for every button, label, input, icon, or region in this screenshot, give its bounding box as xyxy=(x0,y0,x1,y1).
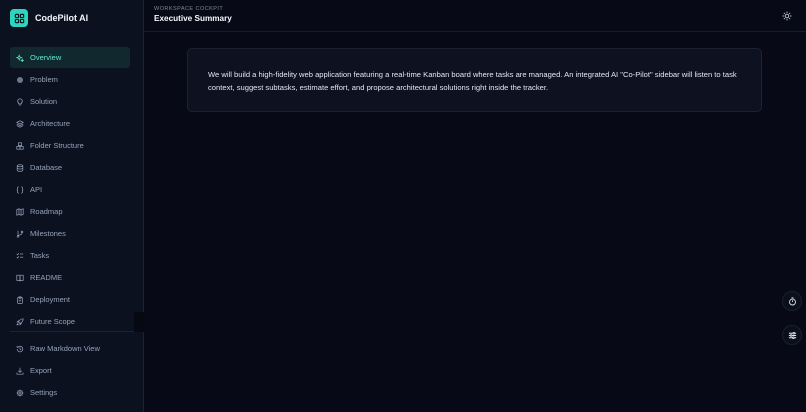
sidebar-item-api[interactable]: API xyxy=(10,179,130,200)
filters-button[interactable] xyxy=(782,325,802,345)
circle-icon xyxy=(16,76,24,83)
breadcrumb: WORKSPACE COCKPIT xyxy=(154,6,224,12)
sidebar-item-label: Problem xyxy=(30,75,58,84)
sidebar-item-future-scope[interactable]: Future Scope xyxy=(10,311,130,332)
timer-button[interactable] xyxy=(782,291,802,311)
sidebar-divider xyxy=(10,331,134,332)
page-title: Executive Summary xyxy=(154,14,232,23)
summary-text: We will build a high-fidelity web applic… xyxy=(208,70,737,92)
sidebar-item-label: Tasks xyxy=(30,251,50,260)
sparkles-icon xyxy=(16,53,24,62)
sidebar-item-solution[interactable]: Solution xyxy=(10,91,130,112)
sidebar-item-export[interactable]: Export xyxy=(10,360,130,381)
sidebar-item-label: Future Scope xyxy=(30,317,76,326)
sidebar-item-database[interactable]: Database xyxy=(10,157,130,178)
sidebar-item-label: Overview xyxy=(30,53,62,62)
sidebar-item-label: Settings xyxy=(30,388,58,397)
clipboard-icon xyxy=(17,295,23,304)
sidebar-nav: Overview Problem Solution Architecture F… xyxy=(10,47,130,333)
sidebar: CodePilot AI Overview Problem Solution A… xyxy=(0,0,144,412)
sidebar-item-settings[interactable]: Settings xyxy=(10,382,130,403)
sidebar-item-raw-markdown-view[interactable]: Raw Markdown View xyxy=(10,338,130,359)
list-checks-icon xyxy=(16,252,24,259)
rocket-icon xyxy=(16,317,24,326)
timer-icon xyxy=(788,296,796,305)
grid-icon xyxy=(10,9,28,27)
gear-icon xyxy=(16,389,24,396)
sidebar-item-label: README xyxy=(30,273,63,282)
sidebar-item-overview[interactable]: Overview xyxy=(10,47,130,68)
sidebar-item-label: Roadmap xyxy=(30,207,63,216)
sidebar-item-label: Database xyxy=(30,163,63,172)
sidebar-item-label: Raw Markdown View xyxy=(30,344,100,353)
history-icon xyxy=(16,345,24,352)
sidebar-item-milestones[interactable]: Milestones xyxy=(10,223,130,244)
sidebar-item-deployment[interactable]: Deployment xyxy=(10,289,130,310)
sidebar-item-tasks[interactable]: Tasks xyxy=(10,245,130,266)
header: WORKSPACE COCKPIT Executive Summary xyxy=(144,0,806,32)
sliders-icon xyxy=(788,331,796,339)
lightbulb-icon xyxy=(17,97,23,105)
sidebar-collapse-handle[interactable] xyxy=(134,312,144,332)
brand[interactable]: CodePilot AI xyxy=(10,9,88,27)
download-icon xyxy=(16,367,24,375)
book-icon xyxy=(16,274,24,281)
sidebar-item-label: Deployment xyxy=(30,295,71,304)
database-icon xyxy=(16,163,24,172)
summary-card: We will build a high-fidelity web applic… xyxy=(187,48,762,112)
sun-icon[interactable] xyxy=(782,11,792,21)
sidebar-item-architecture[interactable]: Architecture xyxy=(10,113,130,134)
map-icon xyxy=(16,207,24,216)
sidebar-bottom-nav: Raw Markdown View Export Settings xyxy=(10,338,130,404)
sidebar-item-problem[interactable]: Problem xyxy=(10,69,130,90)
sidebar-item-label: Folder Structure xyxy=(30,141,84,150)
sidebar-item-folder-structure[interactable]: Folder Structure xyxy=(10,135,130,156)
git-branch-icon xyxy=(16,230,24,238)
layers-icon xyxy=(16,119,24,128)
sidebar-item-roadmap[interactable]: Roadmap xyxy=(10,201,130,222)
braces-icon xyxy=(16,185,24,194)
app-name: CodePilot AI xyxy=(35,13,89,23)
boxes-icon xyxy=(16,141,24,150)
sidebar-item-label: Milestones xyxy=(30,229,66,238)
sidebar-item-label: Solution xyxy=(30,97,58,106)
sidebar-item-label: Architecture xyxy=(30,119,71,128)
sidebar-item-label: API xyxy=(30,185,43,194)
sidebar-item-readme[interactable]: README xyxy=(10,267,130,288)
sidebar-item-label: Export xyxy=(30,366,52,375)
